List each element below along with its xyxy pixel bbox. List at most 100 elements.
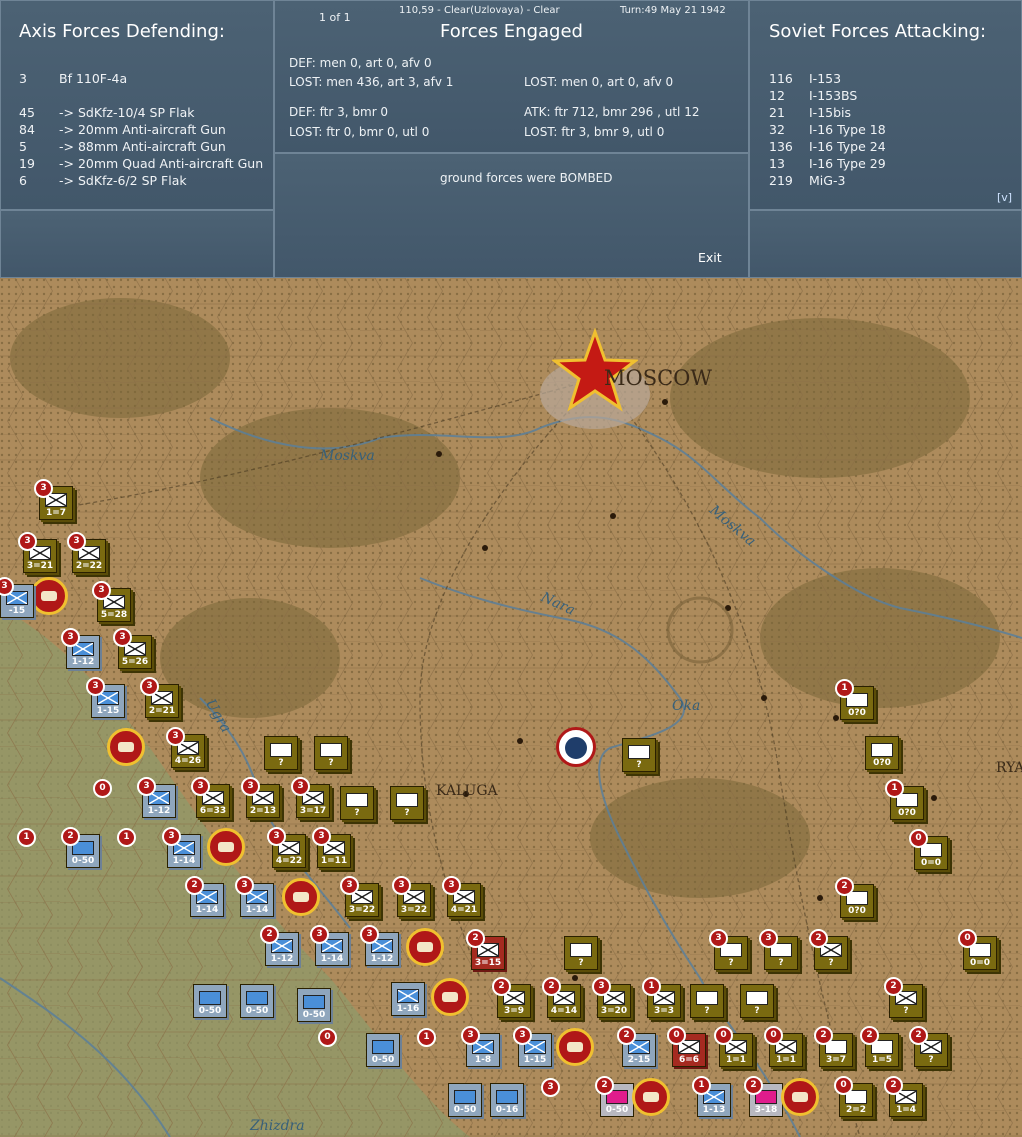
- city-label-kaluga: KALUGA: [436, 783, 498, 799]
- hq-counter[interactable]: 0-50: [240, 984, 274, 1018]
- hidden-unit-counter[interactable]: ?: [740, 984, 774, 1018]
- panzer-unit-icon[interactable]: [107, 728, 145, 766]
- unit-counter[interactable]: 2 3=7: [814, 1026, 853, 1067]
- zoc-marker[interactable]: 1: [17, 828, 36, 847]
- unit-counter[interactable]: 3 1-15: [513, 1026, 552, 1067]
- unit-counter[interactable]: 3 3=22: [392, 876, 431, 917]
- panzer-unit-icon[interactable]: [406, 928, 444, 966]
- air-base-marker-icon[interactable]: [556, 727, 596, 767]
- axis-row: 6 -> SdKfz-6/2 SP Flak: [19, 173, 187, 188]
- unit-counter[interactable]: 2 3=9: [492, 977, 531, 1018]
- unit-counter[interactable]: 3 2=22: [67, 532, 106, 573]
- zoc-marker[interactable]: 3: [541, 1078, 560, 1097]
- exit-button[interactable]: Exit: [698, 250, 722, 265]
- unit-counter[interactable]: 1 3=3: [642, 977, 681, 1018]
- soviet-unit-list: 116 I-153 12 I-153BS 21 I-15bis 32 I-16 Type…: [769, 70, 886, 189]
- unit-counter[interactable]: 3 3=17: [291, 777, 330, 818]
- panzer-unit-icon[interactable]: [282, 878, 320, 916]
- soviet-lower-pane: [749, 210, 1022, 278]
- unit-counter[interactable]: 3 1-12: [360, 925, 399, 966]
- unit-counter[interactable]: 3 1-8: [461, 1026, 500, 1067]
- unit-counter[interactable]: 3?: [709, 929, 748, 970]
- combat-result: ground forces were BOMBED: [440, 171, 613, 185]
- unit-counter[interactable]: 0?0: [865, 736, 899, 770]
- unit-counter[interactable]: 2 3-18: [744, 1076, 783, 1117]
- unit-counter[interactable]: 3 2=13: [241, 777, 280, 818]
- luftwaffe-unit-icon[interactable]: [781, 1078, 819, 1116]
- hidden-unit-counter[interactable]: ?: [622, 738, 656, 772]
- unit-counter[interactable]: 0 1=1: [714, 1026, 753, 1067]
- unit-counter[interactable]: 3 -15: [0, 577, 34, 618]
- unit-counter[interactable]: 3 2=21: [140, 677, 179, 718]
- unit-counter[interactable]: 3 5=26: [113, 628, 152, 669]
- unit-counter[interactable]: 3 3=21: [18, 532, 57, 573]
- expand-toggle-button[interactable]: [v]: [997, 191, 1012, 204]
- unit-counter[interactable]: 2?: [884, 977, 923, 1018]
- hidden-unit-counter[interactable]: ?: [390, 786, 424, 820]
- unit-counter[interactable]: 0 0=0: [958, 929, 997, 970]
- panzer-unit-icon[interactable]: [431, 978, 469, 1016]
- soviet-row: 116 I-153: [769, 71, 842, 86]
- unit-counter[interactable]: 2 2-15: [617, 1026, 656, 1067]
- unit-counter[interactable]: 3 1-12: [61, 628, 100, 669]
- panzer-unit-icon[interactable]: [30, 577, 68, 615]
- unit-counter[interactable]: 3 5=28: [92, 581, 131, 622]
- unit-counter[interactable]: 0-50: [448, 1083, 482, 1117]
- unit-counter[interactable]: 3 1-12: [137, 777, 176, 818]
- unit-counter[interactable]: 3 1-14: [310, 925, 349, 966]
- zoc-marker[interactable]: 0: [318, 1028, 337, 1047]
- unit-counter[interactable]: 3 1-15: [86, 677, 125, 718]
- unit-counter[interactable]: 2 1-12: [260, 925, 299, 966]
- unit-counter[interactable]: 0 1=1: [764, 1026, 803, 1067]
- unit-counter[interactable]: 2 4=14: [542, 977, 581, 1018]
- unit-counter[interactable]: 3 6=33: [191, 777, 230, 818]
- unit-counter[interactable]: 2 1-14: [185, 876, 224, 917]
- hq-counter[interactable]: 2 0-50: [595, 1076, 634, 1117]
- turn-date: Turn:49 May 21 1942: [620, 5, 726, 16]
- hq-counter[interactable]: 2 0?0: [835, 877, 874, 918]
- def-air: DEF: ftr 3, bmr 0: [289, 105, 389, 119]
- strategic-map[interactable]: MOSCOW KALUGA RYA Moskva Moskva Nara Oka…: [0, 278, 1022, 1137]
- unit-counter[interactable]: 3 1=7: [34, 479, 73, 520]
- unit-counter[interactable]: 3 1=11: [312, 827, 351, 868]
- soviet-row: 12 I-153BS: [769, 88, 858, 103]
- hidden-unit-counter[interactable]: ?: [564, 936, 598, 970]
- unit-counter[interactable]: 3 1-14: [162, 827, 201, 868]
- zoc-marker[interactable]: 1: [117, 828, 136, 847]
- unit-counter[interactable]: 1-16: [391, 982, 425, 1016]
- hq-counter[interactable]: 2 0-50: [61, 827, 100, 868]
- unit-counter[interactable]: 2?: [809, 929, 848, 970]
- hq-counter[interactable]: 0-50: [366, 1033, 400, 1067]
- unit-counter[interactable]: 3 4=22: [267, 827, 306, 868]
- unit-counter[interactable]: 2 1=5: [860, 1026, 899, 1067]
- unit-counter[interactable]: 0 0=0: [909, 829, 948, 870]
- unit-counter[interactable]: 0-50: [297, 988, 331, 1022]
- hidden-unit-counter[interactable]: ?: [314, 736, 348, 770]
- unit-counter[interactable]: 2 1=4: [884, 1076, 923, 1117]
- unit-counter[interactable]: 3 3=22: [340, 876, 379, 917]
- panzer-unit-icon[interactable]: [556, 1028, 594, 1066]
- unit-counter[interactable]: 1 1-13: [692, 1076, 731, 1117]
- unit-counter[interactable]: 2 3=15: [466, 929, 505, 970]
- unit-counter[interactable]: 1 0?0: [885, 779, 924, 820]
- unit-counter[interactable]: 3 4=21: [442, 876, 481, 917]
- zoc-marker[interactable]: 0: [93, 779, 112, 798]
- unit-counter[interactable]: 3 3=20: [592, 977, 631, 1018]
- unit-counter[interactable]: 0 6=6: [667, 1026, 706, 1067]
- unit-counter[interactable]: 3 1-14: [235, 876, 274, 917]
- hidden-unit-counter[interactable]: ?: [340, 786, 374, 820]
- unit-counter[interactable]: 3 4=26: [166, 727, 205, 768]
- unit-counter[interactable]: 2?: [909, 1026, 948, 1067]
- unit-counter[interactable]: 3?: [759, 929, 798, 970]
- unit-counter[interactable]: 0 2=2: [834, 1076, 873, 1117]
- panzer-unit-icon[interactable]: [207, 828, 245, 866]
- panzer-unit-icon[interactable]: [632, 1078, 670, 1116]
- river-label-zhizdra: Zhizdra: [250, 1118, 305, 1134]
- hidden-unit-counter[interactable]: ?: [264, 736, 298, 770]
- hq-counter[interactable]: 0-50: [193, 984, 227, 1018]
- axis-row: 45 -> SdKfz-10/4 SP Flak: [19, 105, 195, 120]
- unit-counter[interactable]: 0-16: [490, 1083, 524, 1117]
- zoc-marker[interactable]: 1: [417, 1028, 436, 1047]
- hidden-unit-counter[interactable]: ?: [690, 984, 724, 1018]
- unit-counter[interactable]: 1 0?0: [835, 679, 874, 720]
